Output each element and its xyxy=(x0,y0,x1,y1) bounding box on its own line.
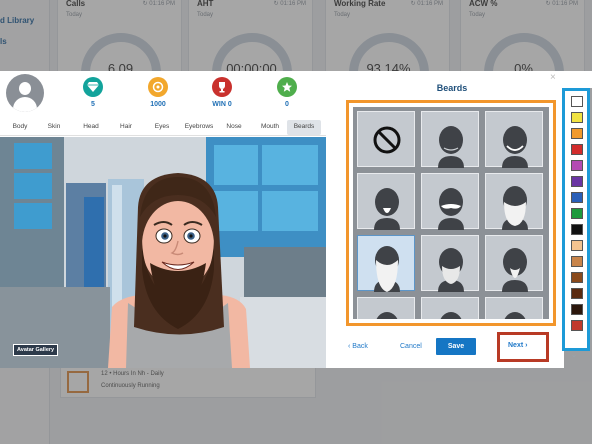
tab-nose[interactable]: Nose xyxy=(222,120,246,135)
badges-stat: 0 xyxy=(267,77,307,108)
beard-partial-icon xyxy=(376,312,398,319)
beard-full-icon xyxy=(502,186,528,230)
coins-stat: 1000 xyxy=(138,77,178,108)
beard-mustache-icon xyxy=(438,188,464,230)
color-swatch-yellow[interactable] xyxy=(571,112,583,123)
beard-option-goatee-long[interactable] xyxy=(485,235,543,292)
color-strip-header xyxy=(564,71,592,88)
beard-option-full-beard-white[interactable] xyxy=(421,235,479,292)
beard-option-full-beard[interactable] xyxy=(485,173,543,230)
color-palette xyxy=(562,88,590,351)
star-badge-icon xyxy=(277,77,297,97)
color-swatch-purple[interactable] xyxy=(571,176,583,187)
back-link[interactable]: ‹ Back xyxy=(348,343,368,350)
beard-option-partial-2[interactable] xyxy=(421,297,479,319)
next-button[interactable]: Next › xyxy=(508,342,527,349)
close-icon[interactable]: × xyxy=(550,72,556,83)
badges-value: 0 xyxy=(285,101,289,108)
color-swatch-white[interactable] xyxy=(571,96,583,107)
color-swatch-rust[interactable] xyxy=(571,320,583,331)
tab-eyes[interactable]: Eyes xyxy=(150,120,174,135)
wins-stat: WIN 0 xyxy=(202,77,242,108)
beard-option-partial-3[interactable] xyxy=(485,297,543,319)
avatar-profile-icon xyxy=(6,74,44,112)
color-swatch-light-tan[interactable] xyxy=(571,240,583,251)
gems-stat: 5 xyxy=(73,77,113,108)
beard-option-none[interactable] xyxy=(357,111,415,167)
avatar-editor-modal: 5 1000 WIN 0 0 Body Skin Head Hair Eyes … xyxy=(0,71,564,368)
beard-option-long-beard[interactable] xyxy=(357,235,415,292)
beard-option-goatee[interactable] xyxy=(357,173,415,230)
beard-goatee-long-icon xyxy=(502,248,528,292)
color-swatch-brown[interactable] xyxy=(571,272,583,283)
category-tabs: Body Skin Head Hair Eyes Eyebrows Nose M… xyxy=(0,117,326,136)
beard-long-icon xyxy=(374,246,400,292)
save-button[interactable]: Save xyxy=(436,338,476,355)
avatar-preview-scene xyxy=(0,137,326,368)
avatar-gallery-button[interactable]: Avatar Gallery xyxy=(13,344,59,356)
diamond-icon xyxy=(83,77,103,97)
color-swatch-dark-brown[interactable] xyxy=(571,288,583,299)
beard-chin-strap-icon xyxy=(502,126,528,168)
coins-icon xyxy=(148,77,168,97)
wins-value: WIN 0 xyxy=(212,101,232,108)
tab-hair[interactable]: Hair xyxy=(114,120,138,135)
beard-partial-icon xyxy=(504,312,526,319)
color-swatch-tan[interactable] xyxy=(571,256,583,267)
tab-mouth[interactable]: Mouth xyxy=(256,120,284,135)
tab-head[interactable]: Head xyxy=(78,120,104,135)
chevron-down-icon[interactable]: ⌄ xyxy=(567,350,581,359)
beard-option-chin-strap[interactable] xyxy=(485,111,543,168)
beard-options-highlight xyxy=(346,100,556,326)
cancel-link[interactable]: Cancel xyxy=(400,343,422,350)
beard-stubble-icon xyxy=(438,126,464,168)
no-beard-icon xyxy=(373,126,401,154)
avatar-preview-illustration xyxy=(0,137,326,368)
gems-value: 5 xyxy=(91,101,95,108)
color-swatch-green[interactable] xyxy=(571,208,583,219)
beard-option-partial-1[interactable] xyxy=(357,297,415,319)
color-swatch-orange[interactable] xyxy=(571,128,583,139)
tab-body[interactable]: Body xyxy=(8,120,32,135)
color-swatch-pink[interactable] xyxy=(571,160,583,171)
beard-options-grid xyxy=(353,107,549,319)
coins-value: 1000 xyxy=(150,101,166,108)
beard-option-mustache[interactable] xyxy=(421,173,479,230)
color-swatch-red[interactable] xyxy=(571,144,583,155)
beard-option-stubble[interactable] xyxy=(421,111,479,168)
tab-skin[interactable]: Skin xyxy=(42,120,66,135)
color-swatch-blue[interactable] xyxy=(571,192,583,203)
tab-beards[interactable]: Beards xyxy=(287,120,321,135)
color-swatch-black[interactable] xyxy=(571,224,583,235)
beard-white-icon xyxy=(438,248,464,292)
color-swatch-espresso[interactable] xyxy=(571,304,583,315)
beard-goatee-icon xyxy=(374,188,400,230)
trophy-icon xyxy=(212,77,232,97)
tab-eyebrows[interactable]: Eyebrows xyxy=(182,120,216,135)
next-button-highlight: Next › xyxy=(497,332,549,362)
beard-partial-icon xyxy=(440,312,462,319)
panel-title: Beards xyxy=(436,83,468,93)
